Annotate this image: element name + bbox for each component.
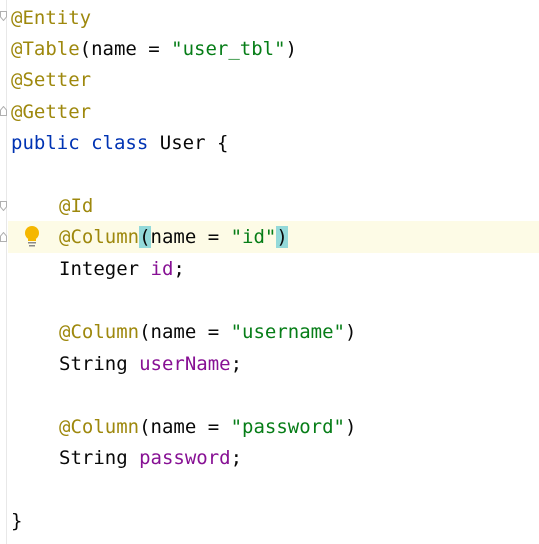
type-token: String [59,353,128,375]
code-line[interactable]: @Column(name = "username") [59,316,356,348]
code-token: ; [230,447,243,469]
type-token: Integer [59,258,140,280]
fold-marker-icon[interactable] [0,11,7,21]
string-literal: "username" [230,321,345,343]
field-token: id [150,258,174,280]
field-token: userName [139,353,231,375]
string-literal: "user_tbl" [171,38,286,60]
code-token: ; [230,353,243,375]
code-token: ) [344,416,357,438]
class-name-token: User { [159,132,229,154]
code-line[interactable]: public class User { [11,127,228,159]
code-line[interactable]: @Getter [11,96,91,128]
string-literal: "password" [230,416,345,438]
code-line[interactable]: @Column(name = "password") [59,411,356,443]
code-line[interactable]: @Column(name = "id") [59,221,288,253]
code-token: (name = [79,38,172,60]
code-line[interactable]: } [11,505,22,537]
annotation-token: @Column [59,321,140,343]
fold-marker-icon[interactable] [0,232,7,242]
matched-paren: ( [139,226,151,248]
type-token: String [59,447,128,469]
closing-brace: } [11,510,23,532]
keyword-token: class [91,132,149,154]
annotation-token: @Setter [11,69,92,91]
lightbulb-icon[interactable] [22,224,42,248]
code-line[interactable]: String password; [59,442,242,474]
gutter-divider [6,0,7,544]
code-line[interactable]: @Table(name = "user_tbl") [11,33,297,65]
annotation-token: @Column [59,416,140,438]
annotation-token: @Column [59,226,140,248]
matched-paren: ) [276,226,288,248]
code-token: (name = [139,416,231,438]
code-token: ) [285,38,297,60]
annotation-token: @Id [59,195,94,217]
annotation-token: @Table [11,38,80,60]
code-editor[interactable]: @Entity @Table(name = "user_tbl") @Sette… [0,0,539,544]
keyword-token: public [11,132,80,154]
code-token: (name = [139,321,231,343]
code-token: name = [150,226,231,248]
annotation-token: @Entity [11,7,92,29]
annotation-token: @Getter [11,101,92,123]
fold-marker-icon[interactable] [0,201,7,211]
code-line[interactable]: Integer id; [59,253,185,285]
code-line[interactable]: @Entity [11,2,91,34]
field-token: password [139,447,231,469]
code-line[interactable]: @Setter [11,64,91,96]
code-line[interactable]: String userName; [59,348,242,380]
code-token: ; [173,258,185,280]
code-token: ) [344,321,357,343]
code-line[interactable]: @Id [59,190,93,222]
fold-marker-icon[interactable] [0,106,7,116]
string-literal: "id" [230,226,277,248]
